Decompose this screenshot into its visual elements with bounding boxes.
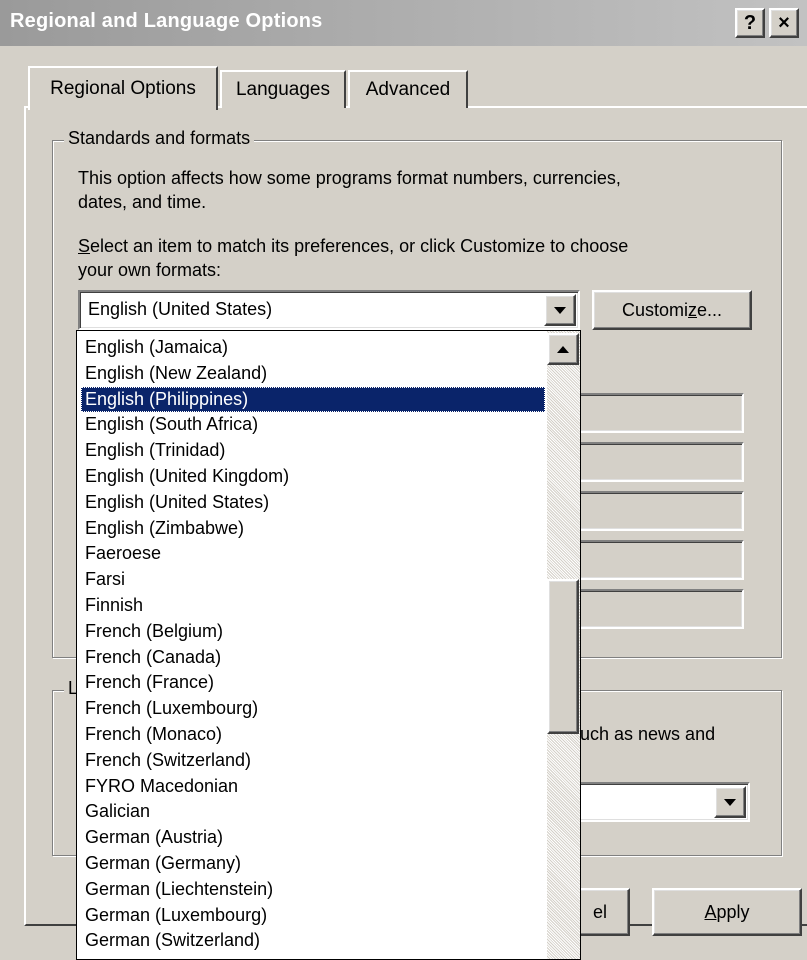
- locale-list-item[interactable]: German (Luxembourg): [81, 903, 545, 929]
- mnemonic: S: [78, 236, 91, 256]
- location-dropdown-button[interactable]: [714, 786, 746, 818]
- locale-dropdown-button[interactable]: [544, 294, 576, 326]
- sample-short-date-field: [560, 540, 744, 580]
- locale-list-item[interactable]: German (Austria): [81, 825, 545, 851]
- select-instructions: Select an item to match its preferences,…: [78, 234, 628, 282]
- locale-combobox[interactable]: English (United States): [78, 290, 580, 330]
- chevron-up-icon: [557, 345, 569, 353]
- locale-list-item[interactable]: English (South Africa): [81, 412, 545, 438]
- locale-list-item[interactable]: Farsi: [81, 567, 545, 593]
- help-button[interactable]: ?: [735, 8, 765, 38]
- locale-list-item[interactable]: French (Luxembourg): [81, 696, 545, 722]
- apply-label: Apply: [704, 901, 750, 922]
- locale-dropdown-list[interactable]: English (Jamaica) English (New Zealand) En…: [76, 330, 581, 960]
- tab-regional-options[interactable]: Regional Options: [28, 66, 218, 110]
- locale-list-item[interactable]: French (Monaco): [81, 722, 545, 748]
- locale-list-item[interactable]: Finnish: [81, 593, 545, 619]
- location-combobox[interactable]: [560, 782, 750, 822]
- sample-long-date-field: [560, 589, 744, 629]
- instruction-line: Select an item to match its preferences,…: [78, 234, 628, 258]
- close-icon: ×: [778, 12, 790, 34]
- window-title: Regional and Language Options: [10, 10, 323, 32]
- locale-list-item[interactable]: English (Zimbabwe): [81, 516, 545, 542]
- tab-label: Regional Options: [50, 78, 196, 99]
- tab-advanced[interactable]: Advanced: [348, 70, 468, 108]
- locale-list-item[interactable]: German (Switzerland): [81, 928, 545, 954]
- instruction-line: your own formats:: [78, 260, 222, 280]
- close-button[interactable]: ×: [769, 8, 799, 38]
- customize-button[interactable]: Customize...: [592, 290, 752, 330]
- chevron-down-icon: [724, 798, 736, 806]
- instruction-text: elect an item to match its preferences, …: [90, 236, 629, 256]
- locale-list-item[interactable]: French (Switzerland): [81, 748, 545, 774]
- locale-list-item[interactable]: French (Canada): [81, 645, 545, 671]
- scroll-up-button[interactable]: [547, 333, 579, 365]
- locale-list-item[interactable]: English (United Kingdom): [81, 464, 545, 490]
- standards-legend: Standards and formats: [64, 128, 255, 149]
- description-line: This option affects how some programs fo…: [78, 168, 621, 188]
- standards-description: This option affects how some programs fo…: [78, 166, 621, 214]
- locale-list-item[interactable]: Faeroese: [81, 541, 545, 567]
- tab-label: Advanced: [365, 79, 451, 100]
- sample-time-field: [560, 491, 744, 531]
- cancel-label: el: [592, 901, 607, 922]
- sample-number-field: [560, 393, 744, 433]
- locale-list-item[interactable]: English (Jamaica): [81, 335, 545, 361]
- locale-combobox-value: English (United States): [88, 299, 273, 319]
- description-line: dates, and time.: [78, 192, 207, 212]
- help-icon: ?: [743, 12, 757, 34]
- locale-list-item[interactable]: English (Philippines): [81, 386, 545, 413]
- locale-list-item[interactable]: French (Belgium): [81, 619, 545, 645]
- scroll-thumb[interactable]: [547, 579, 579, 734]
- locale-list-item[interactable]: French (France): [81, 670, 545, 696]
- locale-list-item[interactable]: English (New Zealand): [81, 361, 545, 387]
- locale-list-item[interactable]: FYRO Macedonian: [81, 774, 545, 800]
- title-bar[interactable]: Regional and Language Options ? ×: [0, 0, 807, 46]
- dropdown-scrollbar[interactable]: [547, 331, 580, 959]
- tab-languages[interactable]: Languages: [220, 70, 346, 108]
- apply-button[interactable]: Apply: [652, 888, 802, 936]
- sample-currency-field: [560, 442, 744, 482]
- locale-list-item[interactable]: Galician: [81, 799, 545, 825]
- customize-label: Customize...: [621, 299, 723, 320]
- tab-label: Languages: [235, 79, 331, 100]
- locale-list-item[interactable]: German (Liechtenstein): [81, 877, 545, 903]
- locale-list-item[interactable]: German (Germany): [81, 851, 545, 877]
- location-description: uch as news and: [580, 724, 716, 744]
- locale-list-item[interactable]: English (United States): [81, 490, 545, 516]
- chevron-down-icon: [554, 306, 566, 314]
- locale-list-item[interactable]: English (Trinidad): [81, 438, 545, 464]
- locale-list-items: English (Jamaica) English (New Zealand) En…: [81, 335, 545, 954]
